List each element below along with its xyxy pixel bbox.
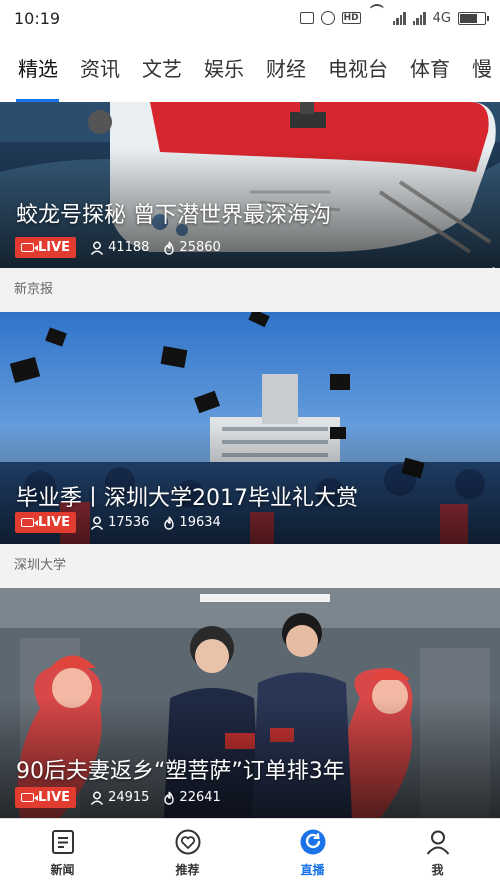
person-icon: [90, 241, 104, 255]
live-icon: [299, 828, 327, 856]
news-icon: [49, 828, 77, 856]
viewer-count-value: 24915: [108, 790, 150, 805]
viewer-count: 17536: [90, 515, 149, 530]
nav-recommend[interactable]: 推荐: [125, 819, 250, 888]
nav-profile[interactable]: 我: [375, 819, 500, 888]
nav-profile-label: 我: [431, 863, 444, 877]
live-feed[interactable]: 蛟龙号探秘 曾下潜世界最深海沟 LIVE 41188 25860 新京报 毕业季…: [0, 102, 500, 818]
flame-icon: [164, 516, 175, 530]
like-count: 25860: [163, 240, 221, 255]
live-card[interactable]: 毕业季丨深圳大学2017毕业礼大赏 LIVE 17536 19634: [0, 312, 500, 544]
viewer-count-value: 41188: [108, 240, 150, 255]
live-label: LIVE: [38, 240, 71, 255]
signal-icon: [412, 11, 426, 25]
flame-icon: [164, 791, 175, 805]
live-badge: LIVE: [15, 787, 77, 808]
tab-wenyi[interactable]: 文艺: [131, 36, 193, 102]
alarm-icon: [320, 11, 335, 25]
signal-icon: [392, 11, 406, 25]
category-tabs: 精选 资讯 文艺 娱乐 财经 电视台 体育 慢: [0, 36, 500, 102]
live-card[interactable]: 蛟龙号探秘 曾下潜世界最深海沟 LIVE 41188 25860: [0, 102, 500, 268]
viewer-count: 24915: [90, 790, 149, 805]
card-source[interactable]: 新京报: [0, 268, 500, 312]
nav-live[interactable]: 直播: [250, 819, 375, 888]
nav-news[interactable]: 新闻: [0, 819, 125, 888]
network-type: 4G: [432, 10, 451, 26]
bottom-nav: 新闻 推荐 直播 我: [0, 818, 500, 888]
live-label: LIVE: [38, 790, 71, 805]
card-source[interactable]: 深圳大学: [0, 544, 500, 588]
card-meta: LIVE 41188 25860: [15, 237, 221, 258]
camera-icon: [21, 518, 38, 527]
live-card[interactable]: 90后夫妻返乡“塑菩萨”订单排3年 LIVE 24915 22641: [0, 588, 500, 818]
status-time: 10:19: [14, 8, 61, 28]
tab-yule[interactable]: 娱乐: [193, 36, 255, 102]
card-meta: LIVE 24915 22641: [15, 787, 221, 808]
like-count-value: 25860: [179, 240, 221, 255]
card-title: 毕业季丨深圳大学2017毕业礼大赏: [16, 486, 358, 511]
battery-icon: [458, 11, 489, 25]
card-title: 蛟龙号探秘 曾下潜世界最深海沟: [16, 203, 331, 228]
person-icon: [90, 791, 104, 805]
live-label: LIVE: [38, 515, 71, 530]
card-meta: LIVE 17536 19634: [15, 512, 221, 533]
camera-icon: [21, 793, 38, 802]
status-icons: HD 4G: [299, 10, 489, 26]
like-count: 22641: [163, 790, 221, 805]
live-badge: LIVE: [15, 237, 77, 258]
wifi-icon: [368, 12, 386, 24]
flame-icon: [164, 241, 175, 255]
status-bar: 10:19 HD 4G: [0, 0, 500, 36]
viewer-count: 41188: [90, 240, 149, 255]
person-icon: [90, 516, 104, 530]
like-count-value: 19634: [179, 515, 221, 530]
heart-icon: [174, 828, 202, 856]
scrollbar[interactable]: [492, 267, 495, 268]
like-count-value: 22641: [179, 790, 221, 805]
nav-live-label: 直播: [300, 863, 325, 877]
viewer-count-value: 17536: [108, 515, 150, 530]
camera-icon: [21, 243, 38, 252]
tab-tiyu[interactable]: 体育: [399, 36, 461, 102]
tab-dianshitai[interactable]: 电视台: [317, 36, 399, 102]
vibrate-icon: [299, 12, 314, 24]
profile-icon: [424, 828, 452, 856]
nav-news-label: 新闻: [50, 863, 75, 877]
card-title: 90后夫妻返乡“塑菩萨”订单排3年: [16, 759, 345, 784]
live-badge: LIVE: [15, 512, 77, 533]
hd-icon: HD: [341, 12, 361, 24]
tab-caijing[interactable]: 财经: [255, 36, 317, 102]
tab-man[interactable]: 慢: [461, 36, 500, 102]
tab-jingxuan[interactable]: 精选: [0, 36, 69, 102]
tab-zixun[interactable]: 资讯: [69, 36, 131, 102]
nav-recommend-label: 推荐: [175, 863, 200, 877]
like-count: 19634: [163, 515, 221, 530]
